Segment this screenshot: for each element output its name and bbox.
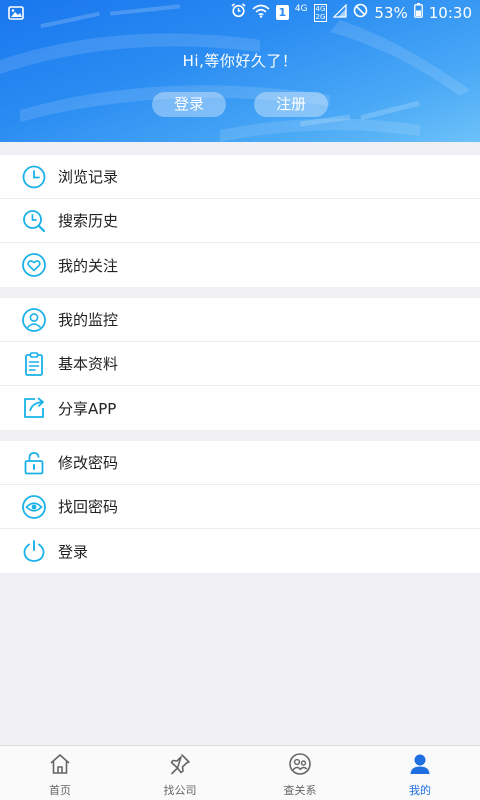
tab-label: 查关系 [283,784,317,797]
clock-icon [21,164,47,190]
menu-item-my-follows[interactable]: 我的关注 [0,243,480,287]
menu-item-recover-password[interactable]: 找回密码 [0,485,480,529]
menu-item-label: 找回密码 [58,498,119,516]
menu-item-label: 浏览记录 [58,168,119,186]
menu-item-label: 我的关注 [58,256,119,275]
eye-icon [21,494,47,520]
tab-label: 我的 [409,784,431,797]
clipboard-icon [21,351,47,377]
lock-icon [21,450,47,476]
bottom-tab-bar: 首页 找公司 查关系 我的 [0,745,480,800]
menu-group-profile: 我的监控 基本资料 分享APP [0,298,480,430]
menu-group-history: 浏览记录 搜索历史 我的关注 [0,155,480,287]
battery-icon [413,3,423,22]
menu-item-label: 我的监控 [58,311,119,329]
tab-label: 找公司 [163,784,197,797]
profile-header: 1 4G 4G 2G 53% 10:30 Hi,等你好久了！ 登录 注册 [0,0,480,142]
menu-item-login[interactable]: 登录 [0,529,480,573]
dual-sim-label: 4G 2G [313,3,328,22]
clock-time: 10:30 [428,3,472,22]
menu-item-search-history[interactable]: 搜索历史 [0,199,480,243]
tab-find-company[interactable]: 找公司 [120,746,240,800]
login-button[interactable]: 登录 [152,92,226,117]
home-icon [48,752,72,780]
pin-icon [168,752,192,780]
menu-item-label: 基本资料 [58,355,119,373]
tab-check-relation[interactable]: 查关系 [240,746,360,800]
status-bar: 1 4G 4G 2G 53% 10:30 [0,0,480,28]
search-history-icon [21,208,47,234]
heart-icon [21,252,47,278]
menu-item-label: 修改密码 [58,454,119,472]
signal-icon [332,3,348,22]
alarm-icon [231,3,246,22]
gallery-notification-icon [8,5,24,24]
register-button[interactable]: 注册 [254,92,328,117]
user-icon [408,752,432,780]
network-type-label: 4G [294,4,308,14]
power-icon [21,538,47,564]
menu-item-label: 分享APP [58,399,117,418]
do-not-disturb-icon [353,3,368,22]
wifi-icon [252,4,270,22]
greeting-text: Hi,等你好久了！ [182,52,298,70]
menu-item-basic-info[interactable]: 基本资料 [0,342,480,386]
tab-label: 首页 [49,784,71,797]
menu-item-change-password[interactable]: 修改密码 [0,441,480,485]
tab-home[interactable]: 首页 [0,746,120,800]
user-monitor-icon [21,307,47,333]
tab-mine[interactable]: 我的 [360,746,480,800]
relation-icon [288,752,312,780]
menu-item-label: 搜索历史 [58,212,119,230]
share-icon [21,395,47,421]
sim-slot-icon: 1 [275,5,289,20]
menu-item-my-monitor[interactable]: 我的监控 [0,298,480,342]
menu-item-browse-history[interactable]: 浏览记录 [0,155,480,199]
menu-group-account: 修改密码 找回密码 登录 [0,441,480,573]
menu-item-label: 登录 [58,542,89,561]
menu-item-share-app[interactable]: 分享APP [0,386,480,430]
battery-percent: 53% [374,3,408,22]
